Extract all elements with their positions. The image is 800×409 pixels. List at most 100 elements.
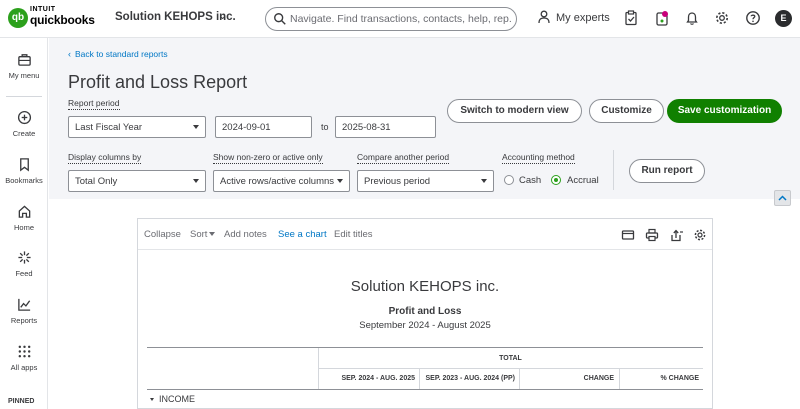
chevron-left-icon: ‹: [68, 49, 71, 59]
display-columns-value: Total Only: [75, 176, 118, 187]
nav-label: Reports: [10, 316, 38, 325]
header-divider: [613, 150, 614, 190]
nav-label: Home: [13, 223, 34, 232]
feed-icon: [17, 251, 31, 264]
display-columns-label: Display columns by: [68, 152, 142, 164]
nav-item-reports[interactable]: Reports: [0, 297, 48, 325]
page-title: Profit and Loss Report: [68, 72, 248, 92]
briefcase-icon: [17, 54, 31, 66]
report-period-label: Report period: [68, 98, 120, 110]
caret-down-icon: [209, 232, 216, 236]
save-customization-button[interactable]: Save customization: [667, 99, 782, 123]
chevron-down-icon[interactable]: ⌄: [218, 9, 227, 22]
top-bar: qb INTUIT quickbooks Solution KEHOPS inc…: [0, 0, 800, 38]
caret-down-icon: [481, 179, 487, 183]
nav-label: Feed: [15, 269, 33, 278]
column-header[interactable]: % CHANGE: [619, 375, 699, 382]
search-input[interactable]: [290, 11, 512, 27]
column-header[interactable]: SEP. 2024 - AUG. 2025: [318, 375, 415, 382]
switch-modern-view-button[interactable]: Switch to modern view: [447, 99, 582, 123]
nav-item-create[interactable]: Create: [0, 110, 48, 138]
collapse-header-button[interactable]: [774, 190, 791, 206]
accrual-radio[interactable]: [551, 175, 561, 185]
home-icon: [18, 205, 30, 218]
gear-icon[interactable]: [714, 10, 730, 26]
clipboard-icon[interactable]: [623, 10, 639, 26]
my-experts-label: My experts: [556, 12, 610, 24]
cash-radio[interactable]: [504, 175, 514, 185]
plus-circle-icon: [17, 110, 31, 125]
sort-label: Sort: [190, 229, 208, 240]
collapse-link[interactable]: Collapse: [144, 229, 181, 240]
report-period-select[interactable]: Last Fiscal Year: [68, 116, 206, 138]
accrual-radio-label: Accrual: [567, 175, 599, 186]
toolbar-divider: [138, 249, 712, 250]
row-label-income: INCOME: [159, 394, 195, 404]
column-header[interactable]: CHANGE: [519, 375, 614, 382]
customize-button[interactable]: Customize: [589, 99, 664, 123]
avatar[interactable]: E: [775, 10, 792, 27]
nav-item-bookmarks[interactable]: Bookmarks: [0, 157, 48, 185]
back-link-label: Back to standard reports: [75, 49, 168, 59]
nav-label: Create: [12, 129, 36, 138]
nav-item-all-apps[interactable]: All apps: [0, 344, 48, 372]
see-chart-link[interactable]: See a chart: [278, 229, 327, 240]
date-to-label: to: [321, 122, 329, 132]
my-experts-button[interactable]: My experts: [538, 10, 610, 24]
print-icon[interactable]: [645, 228, 659, 242]
compare-period-select[interactable]: Previous period: [357, 170, 494, 192]
back-to-reports-link[interactable]: ‹ Back to standard reports: [68, 49, 168, 59]
table-row[interactable]: INCOME: [150, 394, 195, 404]
bookmark-icon: [19, 158, 29, 172]
caret-down-icon: [337, 179, 343, 183]
show-nonzero-label: Show non-zero or active only: [213, 152, 323, 164]
header-bottom-rule: [147, 389, 703, 390]
compare-period-label: Compare another period: [357, 152, 450, 164]
caret-down-icon: [193, 125, 199, 129]
pinned-section-label: PINNED: [8, 398, 35, 405]
nav-label: All apps: [10, 363, 38, 372]
chevron-up-icon: [778, 195, 787, 201]
cash-radio-label: Cash: [519, 175, 542, 186]
nav-item-home[interactable]: Home: [0, 204, 48, 232]
nav-item-feed[interactable]: Feed: [0, 250, 48, 278]
bell-icon[interactable]: [684, 10, 700, 26]
total-group-header: TOTAL: [499, 355, 522, 362]
nav-item-my-menu[interactable]: My menu: [0, 52, 48, 80]
export-icon[interactable]: [670, 228, 684, 242]
quickbooks-logo-icon[interactable]: qb: [8, 8, 28, 28]
left-nav: My menu Create Bookmarks Home Feed Repor…: [0, 38, 48, 409]
brand-quickbooks-text[interactable]: quickbooks: [30, 13, 95, 27]
brand-intuit-text: INTUIT: [30, 6, 56, 13]
add-notes-link[interactable]: Add notes: [224, 229, 267, 240]
display-columns-select[interactable]: Total Only: [68, 170, 206, 192]
global-search[interactable]: [265, 7, 517, 31]
nav-label: Bookmarks: [5, 176, 43, 185]
settings-icon[interactable]: [693, 228, 707, 242]
edit-titles-link[interactable]: Edit titles: [334, 229, 373, 240]
column-header[interactable]: SEP. 2023 - AUG. 2024 (PP): [419, 375, 516, 382]
group-header-rule: [318, 368, 703, 369]
nav-label: My menu: [8, 71, 40, 80]
accounting-method-label: Accounting method: [502, 152, 575, 164]
report-company-name[interactable]: Solution KEHOPS inc.: [137, 278, 713, 295]
sort-dropdown[interactable]: Sort: [190, 229, 216, 240]
apps-notification-icon[interactable]: [654, 10, 670, 26]
nav-divider: [6, 96, 42, 97]
compare-period-value: Previous period: [364, 176, 431, 187]
report-period-value: Last Fiscal Year: [75, 122, 143, 133]
show-nonzero-select[interactable]: Active rows/active columns: [213, 170, 350, 192]
date-to-input[interactable]: 2025-08-31: [335, 116, 436, 138]
date-from-input[interactable]: 2024-09-01: [215, 116, 312, 138]
run-report-button[interactable]: Run report: [629, 159, 705, 183]
help-icon[interactable]: [745, 10, 761, 26]
caret-down-icon: [193, 179, 199, 183]
show-nonzero-value: Active rows/active columns: [220, 176, 335, 187]
report-date-range: September 2024 - August 2025: [359, 320, 491, 331]
report-title[interactable]: Profit and Loss: [137, 306, 713, 317]
reports-icon: [17, 298, 30, 311]
person-icon: [538, 10, 550, 24]
caret-down-icon[interactable]: [150, 398, 154, 401]
search-icon: [274, 13, 286, 25]
email-icon[interactable]: [621, 228, 635, 242]
